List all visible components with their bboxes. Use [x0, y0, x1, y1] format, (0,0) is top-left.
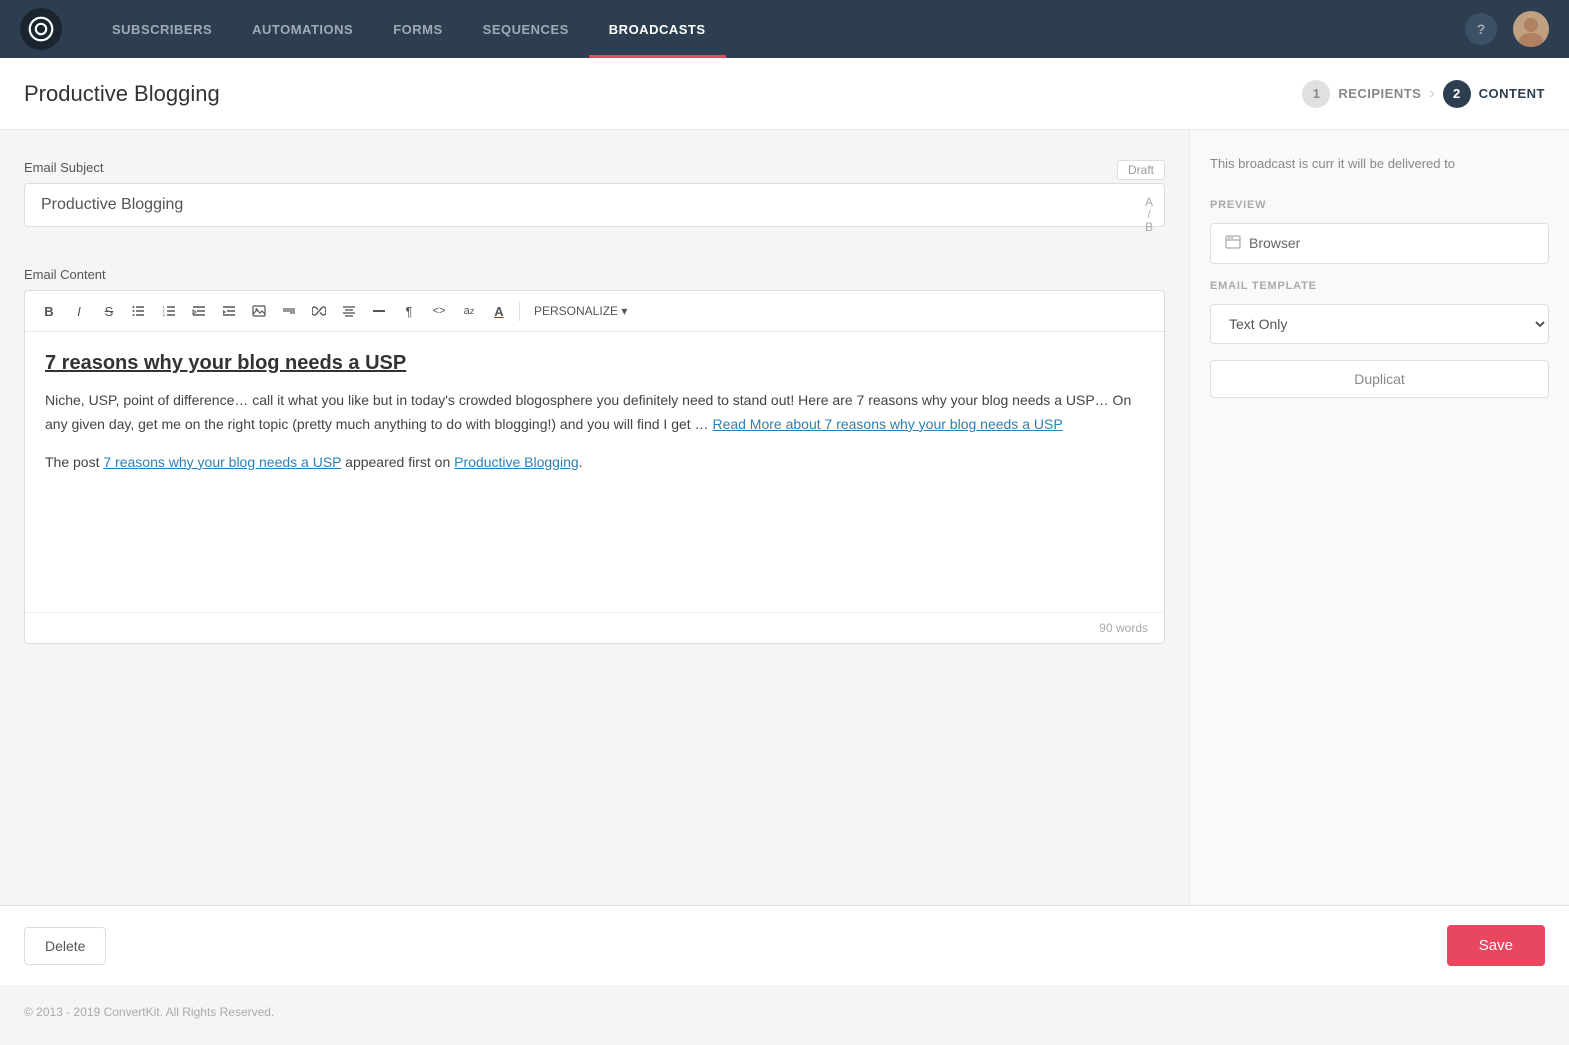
nav-forms[interactable]: FORMS — [373, 0, 462, 58]
ordered-list-button[interactable]: 123 — [155, 297, 183, 325]
navigation: SUBSCRIBERS AUTOMATIONS FORMS SEQUENCES … — [0, 0, 1569, 58]
subject-input[interactable] — [24, 183, 1165, 227]
nav-right: ? — [1465, 11, 1549, 47]
bold-button[interactable]: B — [35, 297, 63, 325]
user-avatar[interactable] — [1513, 11, 1549, 47]
draft-badge: Draft — [1117, 160, 1165, 180]
page-title: Productive Blogging — [24, 81, 1302, 107]
browser-icon — [1225, 234, 1241, 253]
preview-section-label: PREVIEW — [1210, 199, 1549, 211]
content-label: Email Content — [24, 267, 1165, 282]
help-button[interactable]: ? — [1465, 13, 1497, 45]
content-area: Email Subject Draft A / B Email Content … — [0, 130, 1189, 905]
step-arrow: › — [1429, 85, 1434, 103]
footer: © 2013 - 2019 ConvertKit. All Rights Res… — [0, 985, 1569, 1039]
template-select[interactable]: Text Only — [1210, 304, 1549, 344]
nav-logo[interactable] — [20, 8, 62, 50]
nav-links: SUBSCRIBERS AUTOMATIONS FORMS SEQUENCES … — [92, 0, 1465, 58]
email-footer-text: The post 7 reasons why your blog needs a… — [45, 451, 1144, 475]
step2-label: CONTENT — [1479, 86, 1545, 101]
italic-button[interactable]: I — [65, 297, 93, 325]
code-button[interactable]: <> — [425, 297, 453, 325]
right-sidebar: This broadcast is curr it will be delive… — [1189, 130, 1569, 905]
copyright-text: © 2013 - 2019 ConvertKit. All Rights Res… — [24, 1005, 274, 1019]
nav-subscribers[interactable]: SUBSCRIBERS — [92, 0, 232, 58]
divider-button[interactable] — [365, 297, 393, 325]
paragraph-button[interactable]: ¶ — [395, 297, 423, 325]
delete-button[interactable]: Delete — [24, 927, 106, 965]
horizontal-rule-button[interactable] — [275, 297, 303, 325]
word-count: 90 words — [25, 612, 1164, 643]
email-paragraph: Niche, USP, point of difference… call it… — [45, 389, 1144, 437]
template-section-label: EMAIL TEMPLATE — [1210, 280, 1549, 292]
read-more-link[interactable]: Read More about 7 reasons why your blog … — [712, 416, 1062, 432]
link-button[interactable] — [305, 297, 333, 325]
footer-link1[interactable]: 7 reasons why your blog needs a USP — [103, 454, 341, 470]
editor-body[interactable]: 7 reasons why your blog needs a USP Nich… — [25, 332, 1164, 612]
personalize-button[interactable]: PERSONALIZE ▾ — [526, 300, 635, 322]
bottom-bar: Delete Save — [0, 905, 1569, 985]
browser-preview-label: Browser — [1249, 235, 1300, 251]
step1-label: RECIPIENTS — [1338, 86, 1421, 101]
superscript-button[interactable]: az — [455, 297, 483, 325]
step2-number: 2 — [1443, 80, 1471, 108]
unordered-list-button[interactable] — [125, 297, 153, 325]
footer-link2[interactable]: Productive Blogging — [454, 454, 579, 470]
browser-preview-option[interactable]: Browser — [1210, 223, 1549, 264]
page-header: Productive Blogging 1 RECIPIENTS › 2 CON… — [0, 58, 1569, 130]
nav-automations[interactable]: AUTOMATIONS — [232, 0, 373, 58]
step1-number: 1 — [1302, 80, 1330, 108]
nav-broadcasts[interactable]: BROADCASTS — [589, 0, 726, 58]
email-editor: B I S 123 — [24, 290, 1165, 644]
step-recipients[interactable]: 1 RECIPIENTS — [1302, 80, 1421, 108]
duplicate-button[interactable]: Duplicat — [1210, 360, 1549, 398]
svg-text:3: 3 — [163, 313, 166, 318]
content-field-group: Email Content B I S 123 — [24, 267, 1165, 644]
nav-sequences[interactable]: SEQUENCES — [463, 0, 589, 58]
subject-field-group: Email Subject Draft A / B — [24, 160, 1165, 247]
font-color-button[interactable]: A — [485, 297, 513, 325]
sidebar-info: This broadcast is curr it will be delive… — [1210, 154, 1549, 175]
main-layout: Email Subject Draft A / B Email Content … — [0, 130, 1569, 905]
indent-decrease-button[interactable] — [185, 297, 213, 325]
subject-label: Email Subject Draft — [24, 160, 1165, 175]
align-button[interactable] — [335, 297, 363, 325]
strikethrough-button[interactable]: S — [95, 297, 123, 325]
breadcrumb: 1 RECIPIENTS › 2 CONTENT — [1302, 80, 1545, 108]
ab-test-badge: A / B — [1145, 196, 1153, 234]
subject-row: A / B — [24, 183, 1165, 247]
indent-increase-button[interactable] — [215, 297, 243, 325]
step-content[interactable]: 2 CONTENT — [1443, 80, 1545, 108]
toolbar-divider — [519, 301, 520, 321]
email-heading[interactable]: 7 reasons why your blog needs a USP — [45, 352, 1144, 375]
editor-toolbar: B I S 123 — [25, 291, 1164, 332]
save-button[interactable]: Save — [1447, 925, 1545, 966]
image-button[interactable] — [245, 297, 273, 325]
